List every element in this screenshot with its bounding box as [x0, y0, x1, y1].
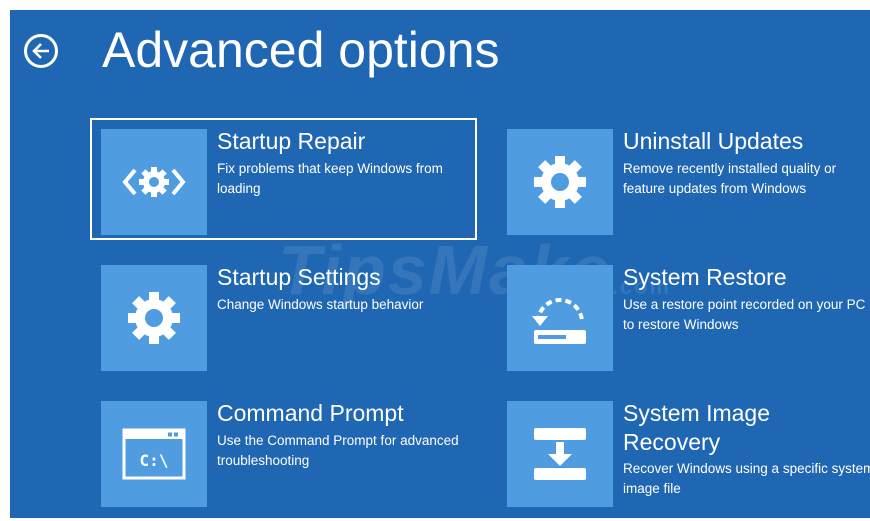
- option-description: Remove recently installed quality or fea…: [623, 161, 837, 196]
- arrow-left-icon: [32, 43, 49, 59]
- option-title-line2: Recovery: [623, 429, 721, 455]
- option-title: System Restore: [623, 264, 787, 290]
- gear-icon: [128, 292, 180, 344]
- option-tile: [507, 129, 613, 235]
- option-tile: [507, 265, 613, 371]
- code-gear-icon: [122, 167, 186, 197]
- command-prompt-icon: C:\: [122, 428, 186, 480]
- option-description: Change Windows startup behavior: [217, 297, 424, 312]
- option-title: Startup Settings: [217, 264, 381, 290]
- option-command-prompt[interactable]: C:\ Command Prompt Use the Command Promp…: [91, 391, 476, 511]
- system-image-icon: [534, 428, 586, 480]
- option-description: Recover Windows using a specific system …: [623, 461, 870, 496]
- back-button[interactable]: [24, 34, 58, 68]
- command-prompt-icon-text: C:\: [140, 451, 169, 470]
- option-title: Uninstall Updates: [623, 128, 804, 154]
- option-title: Startup Repair: [217, 128, 366, 154]
- option-tile: C:\: [101, 401, 207, 507]
- option-tile: [101, 265, 207, 371]
- option-description: Fix problems that keep Windows from load…: [217, 161, 443, 196]
- option-startup-settings[interactable]: Startup Settings Change Windows startup …: [91, 255, 476, 375]
- gear-icon: [534, 156, 586, 208]
- option-title: System Image Recovery: [623, 399, 770, 457]
- option-system-restore[interactable]: System Restore Use a restore point recor…: [497, 255, 870, 375]
- option-startup-repair[interactable]: Startup Repair Fix problems that keep Wi…: [90, 118, 477, 240]
- option-description: Use the Command Prompt for advanced trou…: [217, 433, 459, 468]
- option-tile: [507, 401, 613, 507]
- option-title: Command Prompt: [217, 400, 404, 426]
- advanced-options-screen: Advanced options TipsMake.com Startup Re…: [10, 10, 870, 518]
- option-system-image-recovery[interactable]: System Image Recovery Recover Windows usi…: [497, 391, 870, 511]
- option-tile: [101, 129, 207, 235]
- option-title-line1: System Image: [623, 400, 770, 426]
- option-uninstall-updates[interactable]: Uninstall Updates Remove recently instal…: [497, 119, 870, 239]
- restore-drive-icon: [532, 298, 586, 344]
- option-description: Use a restore point recorded on your PC …: [623, 297, 866, 332]
- page-title: Advanced options: [102, 22, 500, 78]
